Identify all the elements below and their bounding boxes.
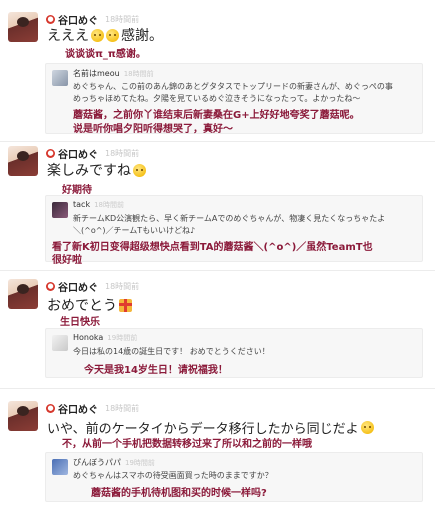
translation-text: 蘑菇酱，之前你丫谁结束后新妻桑在G+上好好地夸奖了蘑菇呢。 <box>73 110 360 121</box>
reply-text: めぐちゃんはスマホの待受画面買った時のままですか？ <box>73 471 273 480</box>
reply-author[interactable]: 名前はmeou <box>73 68 120 79</box>
member-badge-icon: ● <box>46 282 55 291</box>
translation-text: 很好啦 <box>52 255 82 266</box>
post-time: 18時間前 <box>105 404 140 413</box>
reply-header: Honoka 19時間前 <box>73 333 137 343</box>
author-name[interactable]: 谷口めぐ <box>58 279 98 294</box>
reply-header: tack 18時間前 <box>73 200 124 210</box>
reply-text: 新チームKD公演観たら、早く新チームAでのめぐちゃんが、物凄く見たくなっちゃたよ <box>73 214 386 223</box>
translation-text: 生日快乐 <box>60 317 100 328</box>
reply-time: 18時間前 <box>123 70 154 78</box>
divider <box>0 141 435 142</box>
post-text: えええ 感謝。 <box>47 28 163 44</box>
translation-text: 好期待 <box>62 185 92 196</box>
reply-author[interactable]: Honoka <box>73 333 103 342</box>
reply-avatar[interactable] <box>52 70 68 86</box>
reply-author[interactable]: tack <box>73 200 90 209</box>
reply-author[interactable]: ぴんぼうパパ <box>73 457 121 468</box>
smile-emoji-icon <box>133 163 146 177</box>
divider <box>0 388 435 389</box>
author-name[interactable]: 谷口めぐ <box>58 401 98 416</box>
avatar[interactable] <box>8 279 38 309</box>
smile-emoji-icon <box>106 28 119 42</box>
post-time: 18時間前 <box>105 282 140 291</box>
post-text: 楽しみですね <box>47 160 146 180</box>
reply-avatar[interactable] <box>52 459 68 475</box>
post-time: 18時間前 <box>105 15 140 24</box>
reply-box: tack 18時間前 新チームKD公演観たら、早く新チームAでのめぐちゃんが、物… <box>45 195 423 266</box>
author-row: ● 谷口めぐ 18時間前 <box>46 146 139 161</box>
reply-avatar[interactable] <box>52 202 68 218</box>
smile-emoji-icon <box>360 421 374 434</box>
reply-box: 名前はmeou 18時間前 めぐちゃん、この前のあん錦のあとグタタスでトップリー… <box>45 63 423 135</box>
author-row: ● 谷口めぐ 18時間前 <box>46 279 139 294</box>
reply-header: ぴんぼうパパ 19時間前 <box>73 457 155 468</box>
translation-text: 说是听你唱夕阳听得想哭了，真好～ <box>73 124 233 135</box>
post-text: おめでとう <box>47 295 132 315</box>
member-badge-icon: ● <box>46 404 55 413</box>
smile-emoji-icon <box>91 28 104 42</box>
translation-text: 不，从前一个手机把数据转移过来了所以和之前的一样哦 <box>62 439 312 450</box>
reply-box: Honoka 19時間前 今日は私の14歳の誕生日です！ おめでとうください！ … <box>45 328 423 378</box>
gift-emoji-icon <box>119 298 132 312</box>
avatar[interactable] <box>8 401 38 431</box>
reply-box: ぴんぼうパパ 19時間前 めぐちゃんはスマホの待受画面買った時のままですか？ 蘑… <box>45 452 423 502</box>
reply-text: ＼(^o^)／チームTもいいけどね♪ <box>73 226 196 235</box>
member-badge-icon: ● <box>46 149 55 158</box>
reply-time: 19時間前 <box>107 334 138 342</box>
reply-text: めっちゃほめてたね。夕陽を見ているめぐ泣きそうになったって。よかったね〜 <box>73 94 361 103</box>
author-row: ● 谷口めぐ 18時間前 <box>46 401 139 416</box>
member-badge-icon: ● <box>46 15 55 24</box>
reply-text: 今日は私の14歳の誕生日です！ おめでとうください！ <box>73 347 270 356</box>
reply-time: 19時間前 <box>125 459 155 467</box>
reply-avatar[interactable] <box>52 335 68 351</box>
translation-text: 谈谈谈π_π感谢。 <box>65 49 146 60</box>
reply-header: 名前はmeou 18時間前 <box>73 68 154 79</box>
divider <box>0 270 435 271</box>
avatar[interactable] <box>8 12 38 42</box>
post-time: 18時間前 <box>105 149 140 158</box>
translation-text: 蘑菇酱的手机待机图和买的时候一样吗? <box>91 488 267 499</box>
author-name[interactable]: 谷口めぐ <box>58 146 98 161</box>
translation-text: 看了新K初日变得超级想快点看到TA的蘑菇酱＼(^o^)／虽然TeamT也 <box>52 242 373 253</box>
reply-time: 18時間前 <box>94 201 124 209</box>
avatar[interactable] <box>8 146 38 176</box>
translation-text: 今天是我14岁生日！请祝福我！ <box>84 365 228 376</box>
reply-text: めぐちゃん、この前のあん錦のあとグタタスでトップリードの新妻さんが、めぐっぺの事 <box>73 82 393 91</box>
